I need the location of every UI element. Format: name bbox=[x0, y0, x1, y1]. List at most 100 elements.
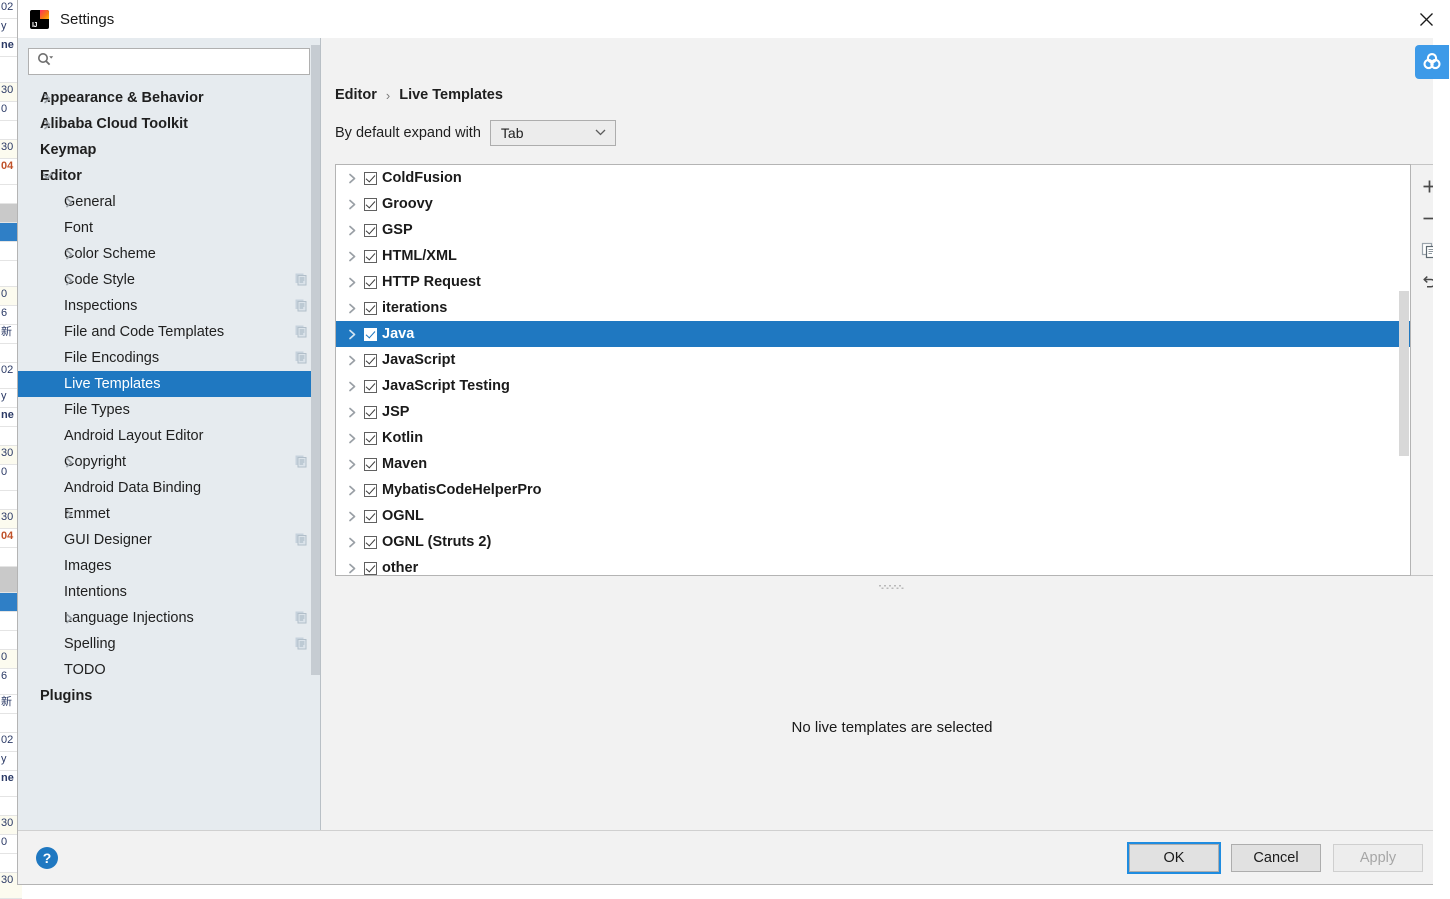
template-group-row[interactable]: Groovy bbox=[336, 191, 1410, 217]
template-group-label: Kotlin bbox=[382, 430, 424, 446]
sidebar-item-label: Plugins bbox=[40, 688, 93, 704]
sidebar-item-editor[interactable]: Editor bbox=[18, 163, 320, 189]
template-group-checkbox[interactable] bbox=[364, 405, 377, 419]
sidebar-item-intentions[interactable]: Intentions bbox=[18, 579, 320, 605]
sidebar-item-appearance-behavior[interactable]: Appearance & Behavior bbox=[18, 85, 320, 111]
chevron-right-icon[interactable] bbox=[62, 611, 76, 625]
chevron-right-icon[interactable] bbox=[344, 381, 360, 392]
template-group-checkbox[interactable] bbox=[364, 561, 377, 575]
chevron-right-icon[interactable] bbox=[344, 225, 360, 236]
sidebar-item-inspections[interactable]: Inspections bbox=[18, 293, 320, 319]
sidebar-scrollbar[interactable] bbox=[311, 38, 320, 830]
template-group-checkbox[interactable] bbox=[364, 223, 377, 237]
search-input[interactable] bbox=[58, 54, 309, 69]
template-group-checkbox[interactable] bbox=[364, 275, 377, 289]
template-group-row[interactable]: MybatisCodeHelperPro bbox=[336, 477, 1410, 503]
sidebar-item-file-encodings[interactable]: File Encodings bbox=[18, 345, 320, 371]
template-group-checkbox[interactable] bbox=[364, 171, 377, 185]
sidebar-item-images[interactable]: Images bbox=[18, 553, 320, 579]
template-group-list[interactable]: ColdFusion Groovy GSP HTML/XML HTTP Request i… bbox=[335, 164, 1411, 576]
loop-rings-icon[interactable] bbox=[1415, 45, 1449, 79]
template-group-row[interactable]: GSP bbox=[336, 217, 1410, 243]
sidebar-item-general[interactable]: General bbox=[18, 189, 320, 215]
template-group-row[interactable]: Kotlin bbox=[336, 425, 1410, 451]
sidebar-item-file-and-code-templates[interactable]: File and Code Templates bbox=[18, 319, 320, 345]
template-group-row[interactable]: HTTP Request bbox=[336, 269, 1410, 295]
question-mark-icon[interactable]: ? bbox=[36, 846, 58, 869]
template-list-scrollbar-thumb[interactable] bbox=[1399, 291, 1409, 456]
chevron-right-icon[interactable] bbox=[344, 329, 360, 340]
cancel-button[interactable]: Cancel bbox=[1231, 843, 1321, 872]
chevron-right-icon[interactable] bbox=[62, 455, 76, 469]
chevron-right-icon[interactable] bbox=[62, 273, 76, 287]
sidebar-item-label: Images bbox=[64, 558, 112, 574]
sidebar-item-label: Spelling bbox=[64, 636, 116, 652]
chevron-right-icon[interactable] bbox=[344, 407, 360, 418]
chevron-right-icon[interactable] bbox=[344, 173, 360, 184]
chevron-right-icon[interactable] bbox=[344, 511, 360, 522]
template-group-row[interactable]: JavaScript bbox=[336, 347, 1410, 373]
template-list-scrollbar[interactable] bbox=[1399, 166, 1409, 574]
sidebar-item-label: File Encodings bbox=[64, 350, 160, 366]
chevron-right-icon[interactable] bbox=[344, 303, 360, 314]
template-group-checkbox[interactable] bbox=[364, 431, 377, 445]
template-group-row[interactable]: ColdFusion bbox=[336, 165, 1410, 191]
template-group-checkbox[interactable] bbox=[364, 197, 377, 211]
panel-splitter[interactable] bbox=[335, 582, 1449, 591]
sidebar-item-file-types[interactable]: File Types bbox=[18, 397, 320, 423]
chevron-right-icon[interactable] bbox=[344, 277, 360, 288]
sidebar-item-emmet[interactable]: Emmet bbox=[18, 501, 320, 527]
template-group-checkbox[interactable] bbox=[364, 379, 377, 393]
template-group-checkbox[interactable] bbox=[364, 457, 377, 471]
sidebar-item-font[interactable]: Font bbox=[18, 215, 320, 241]
template-group-checkbox[interactable] bbox=[364, 535, 377, 549]
chevron-right-icon[interactable] bbox=[344, 485, 360, 496]
sidebar-item-alibaba-cloud-toolkit[interactable]: Alibaba Cloud Toolkit bbox=[18, 111, 320, 137]
sidebar-scrollbar-thumb[interactable] bbox=[311, 45, 320, 675]
template-group-row[interactable]: Maven bbox=[336, 451, 1410, 477]
expand-with-select[interactable]: Tab bbox=[489, 120, 616, 146]
chevron-right-icon[interactable] bbox=[344, 199, 360, 210]
template-group-row[interactable]: OGNL bbox=[336, 503, 1410, 529]
template-group-checkbox[interactable] bbox=[364, 509, 377, 523]
template-group-row[interactable]: iterations bbox=[336, 295, 1410, 321]
chevron-right-icon[interactable] bbox=[344, 251, 360, 262]
chevron-right-icon[interactable] bbox=[344, 563, 360, 574]
sidebar-item-android-data-binding[interactable]: Android Data Binding bbox=[18, 475, 320, 501]
template-group-row[interactable]: OGNL (Struts 2) bbox=[336, 529, 1410, 555]
sidebar-item-color-scheme[interactable]: Color Scheme bbox=[18, 241, 320, 267]
ok-button[interactable]: OK bbox=[1127, 841, 1221, 874]
chevron-right-icon[interactable] bbox=[40, 117, 54, 131]
sidebar-item-live-templates[interactable]: Live Templates bbox=[18, 371, 320, 397]
chevron-down-icon[interactable] bbox=[40, 169, 54, 183]
chevron-right-icon[interactable] bbox=[344, 433, 360, 444]
sidebar-item-keymap[interactable]: Keymap bbox=[18, 137, 320, 163]
template-group-checkbox[interactable] bbox=[364, 483, 377, 497]
template-group-checkbox[interactable] bbox=[364, 249, 377, 263]
chevron-right-icon[interactable] bbox=[344, 459, 360, 470]
template-group-checkbox[interactable] bbox=[364, 301, 377, 315]
sidebar-item-copyright[interactable]: Copyright bbox=[18, 449, 320, 475]
sidebar-item-spelling[interactable]: Spelling bbox=[18, 631, 320, 657]
chevron-right-icon[interactable] bbox=[344, 355, 360, 366]
sidebar-item-plugins[interactable]: Plugins bbox=[18, 683, 320, 709]
sidebar-item-android-layout-editor[interactable]: Android Layout Editor bbox=[18, 423, 320, 449]
breadcrumb-parent[interactable]: Editor bbox=[335, 87, 377, 103]
template-group-row[interactable]: HTML/XML bbox=[336, 243, 1410, 269]
template-group-row[interactable]: JavaScript Testing bbox=[336, 373, 1410, 399]
chevron-right-icon[interactable] bbox=[40, 91, 54, 105]
chevron-right-icon[interactable] bbox=[344, 537, 360, 548]
template-group-checkbox[interactable] bbox=[364, 353, 377, 367]
sidebar-item-gui-designer[interactable]: GUI Designer bbox=[18, 527, 320, 553]
template-group-row[interactable]: JSP bbox=[336, 399, 1410, 425]
template-group-row[interactable]: Java bbox=[336, 321, 1410, 347]
template-group-checkbox[interactable] bbox=[364, 327, 377, 341]
chevron-right-icon[interactable] bbox=[62, 195, 76, 209]
chevron-right-icon[interactable] bbox=[62, 507, 76, 521]
chevron-right-icon[interactable] bbox=[62, 247, 76, 261]
template-group-row[interactable]: other bbox=[336, 555, 1410, 575]
sidebar-item-todo[interactable]: TODO bbox=[18, 657, 320, 683]
sidebar-item-code-style[interactable]: Code Style bbox=[18, 267, 320, 293]
sidebar-item-language-injections[interactable]: Language Injections bbox=[18, 605, 320, 631]
search-box[interactable] bbox=[28, 48, 310, 75]
